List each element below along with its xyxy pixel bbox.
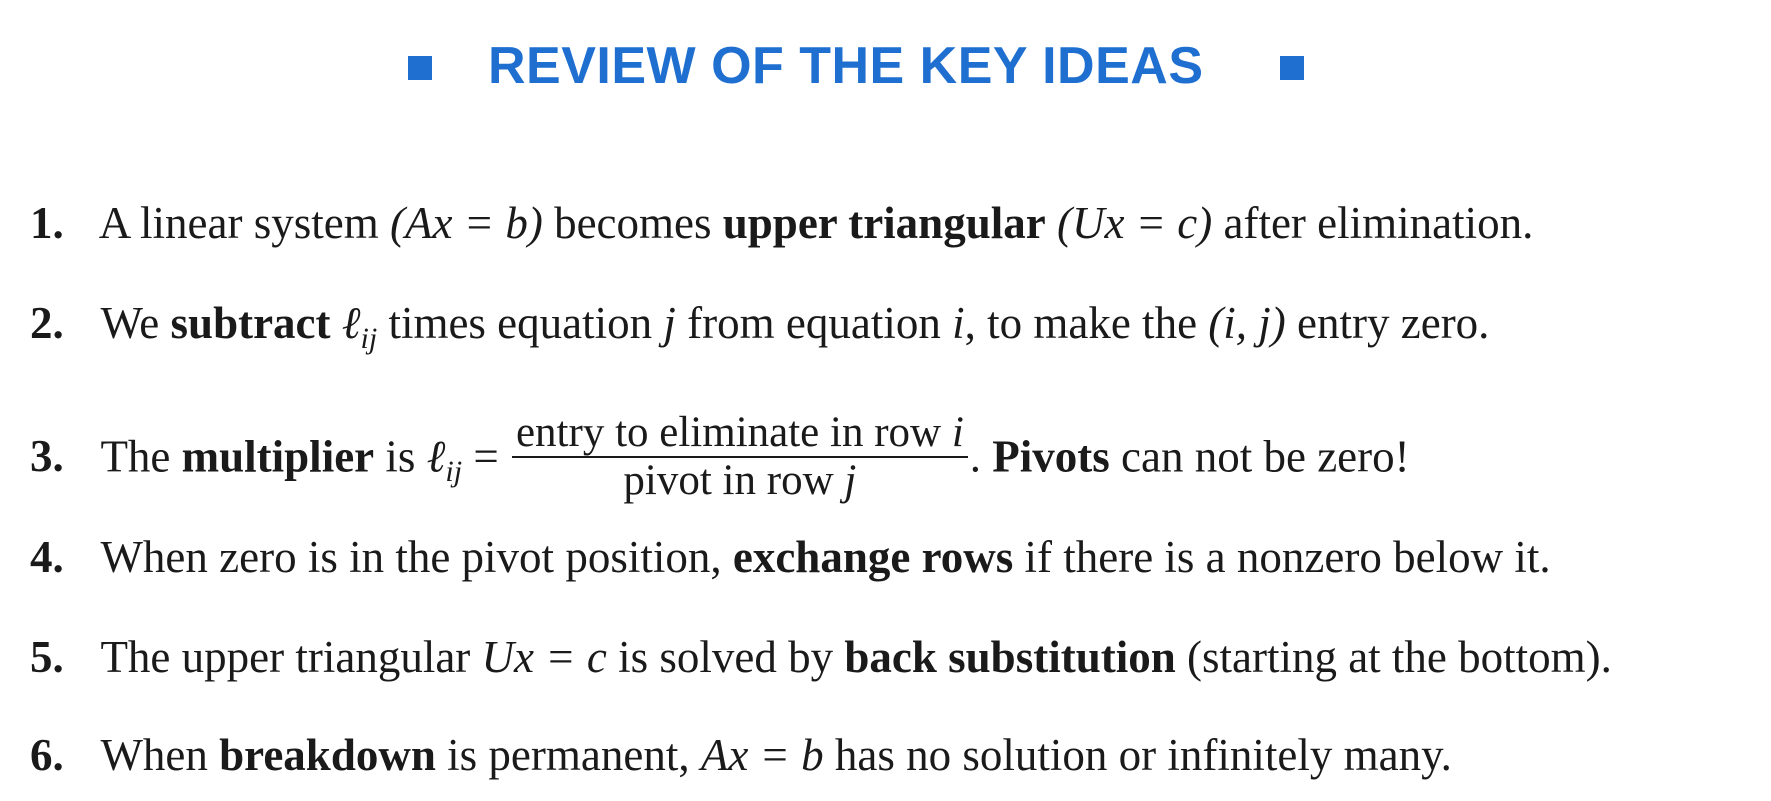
math-variable: j (844, 457, 857, 504)
math-symbol: ℓ (341, 298, 361, 348)
fraction-denominator: pivot in row j (512, 458, 968, 504)
page-title: REVIEW OF THE KEY IDEAS (488, 37, 1204, 95)
item-text: is (385, 431, 416, 482)
item-text: has no solution or infinitely many. (834, 730, 1452, 780)
math-variable: j (663, 298, 676, 348)
fraction-numerator: entry to eliminate in row i (512, 410, 968, 456)
item-text: The upper triangular (100, 632, 471, 682)
math-variable: i (952, 298, 965, 348)
fraction: entry to eliminate in row i pivot in row… (511, 410, 968, 504)
item-number: 2. (30, 298, 64, 348)
item-number: 5. (30, 632, 64, 682)
square-bullet-icon (1280, 56, 1304, 80)
key-term: multiplier (181, 431, 375, 482)
key-term: upper triangular (722, 198, 1046, 248)
math-expression: (i, j) (1208, 298, 1286, 348)
denominator-text: pivot in row (623, 457, 834, 504)
math-expression: Ux = c (481, 632, 607, 682)
math-expression: (Ux = c) (1056, 198, 1213, 248)
list-item: 1. A linear system (Ax = b) becomes uppe… (30, 196, 1533, 250)
item-text: (starting at the bottom). (1186, 632, 1612, 682)
item-text: . (969, 431, 982, 482)
list-item: 3. The multiplier is ℓij = entry to elim… (30, 410, 1410, 508)
math-expression: (Ax = b) (390, 198, 543, 248)
item-text: When (100, 730, 208, 780)
item-text: can not be zero! (1121, 431, 1410, 482)
item-number: 3. (30, 431, 64, 482)
title-row: REVIEW OF THE KEY IDEAS (0, 36, 1771, 106)
item-number: 4. (30, 532, 64, 582)
key-term: exchange rows (732, 532, 1014, 582)
item-number: 6. (30, 730, 64, 780)
item-text: after elimination. (1223, 198, 1534, 248)
math-variable: i (951, 409, 964, 456)
numerator-text: entry to eliminate in row (515, 409, 942, 456)
item-text: if there is a nonzero below it. (1024, 532, 1551, 582)
list-item: 6. When breakdown is permanent, Ax = b h… (30, 728, 1452, 782)
math-subscript: ij (360, 322, 378, 355)
math-equals: = (473, 431, 499, 482)
list-item: 4. When zero is in the pivot position, e… (30, 530, 1551, 584)
key-term: back substitution (844, 632, 1176, 682)
item-text: times equation (388, 298, 653, 348)
item-text: The (100, 431, 171, 482)
item-text: We (100, 298, 160, 348)
item-text: is solved by (618, 632, 834, 682)
item-text: entry zero. (1297, 298, 1490, 348)
key-term: Pivots (992, 431, 1110, 482)
key-term: breakdown (219, 730, 436, 780)
list-item: 2. We subtract ℓij times equation j from… (30, 296, 1489, 356)
math-subscript: ij (445, 455, 463, 489)
item-text: becomes (554, 198, 712, 248)
item-text: from equation (687, 298, 941, 348)
item-text: When zero is in the pivot position, (100, 532, 722, 582)
list-item: 5. The upper triangular Ux = c is solved… (30, 630, 1612, 684)
item-text: is permanent, (447, 730, 690, 780)
item-text: , to make the (964, 298, 1198, 348)
item-number: 1. (30, 198, 64, 248)
item-text: A linear system (98, 198, 379, 248)
math-expression: Ax = b (700, 730, 824, 780)
square-bullet-icon (408, 56, 432, 80)
math-symbol: ℓ (426, 431, 446, 482)
key-term: subtract (170, 298, 331, 348)
